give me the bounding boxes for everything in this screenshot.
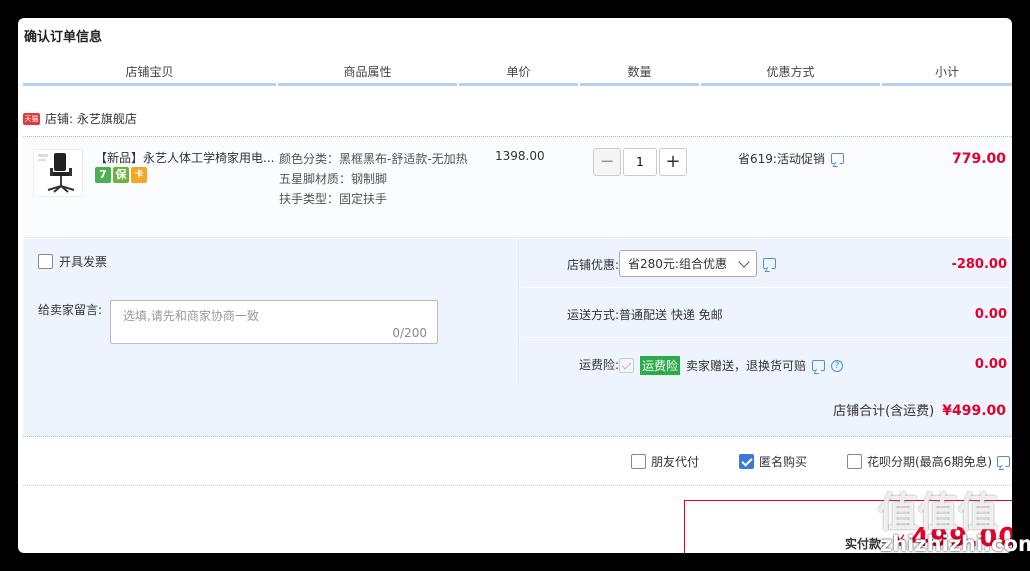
item-promo: 省619:活动促销: [738, 150, 844, 167]
huabei-installment-option[interactable]: 花呗分期(最高6期免息): [847, 453, 1010, 470]
col-header-item: 店铺宝贝: [23, 64, 276, 86]
qty-increase-button[interactable]: +: [659, 148, 687, 176]
col-header-qty: 数量: [580, 64, 699, 86]
shipping-amount: 0.00: [974, 307, 1007, 322]
shop-total-amount: ¥499.00: [942, 403, 1006, 419]
service-badges: 7 保 卡: [95, 167, 147, 183]
insurance-label: 运费险:: [578, 358, 619, 372]
anonymous-checkbox[interactable]: [739, 454, 754, 469]
chat-bubble-icon[interactable]: [997, 456, 1010, 467]
page-title: 确认订单信息: [24, 30, 103, 45]
shop-total: 店铺合计(含运费) ¥499.00: [833, 400, 1006, 419]
shop-row: 天猫 店铺: 永艺旗舰店: [23, 110, 137, 127]
card-payment-icon[interactable]: 卡: [131, 167, 147, 183]
product-properties: 颜色分类：黑框黑布-舒适款-无加热 五星脚材质：钢制脚 扶手类型：固定扶手: [279, 149, 469, 209]
seven-day-return-icon[interactable]: 7: [95, 167, 111, 183]
watermark-site: zhizhizhi.com: [880, 532, 1030, 556]
product-name-link[interactable]: 【新品】永艺人体工学椅家用电...: [95, 149, 277, 166]
col-header-price: 单价: [459, 64, 578, 86]
shop-discount-row: 店铺优惠: 省280元:组合优惠 -280.00: [519, 239, 1012, 288]
friend-pay-option[interactable]: 朋友代付: [631, 453, 699, 470]
product-thumbnail[interactable]: [33, 149, 83, 197]
insurance-checkbox: [619, 358, 634, 373]
huabei-label: 花呗分期(最高6期免息): [867, 455, 992, 469]
guarantee-icon[interactable]: 保: [113, 167, 129, 183]
friend-pay-checkbox[interactable]: [631, 454, 646, 469]
prop-color: 颜色分类：黑框黑布-舒适款-无加热: [279, 152, 468, 166]
shop-discount-label: 店铺优惠:: [566, 258, 619, 272]
insurance-tag: 运费险: [640, 356, 681, 375]
huabei-checkbox[interactable]: [847, 454, 862, 469]
shipping-method: 普通配送 快递 免邮: [619, 308, 723, 322]
unit-price: 1398.00: [495, 149, 545, 163]
help-icon[interactable]: ?: [831, 359, 844, 372]
qty-decrease-button[interactable]: −: [593, 148, 621, 176]
col-header-subtotal: 小计: [882, 64, 1012, 86]
order-extras: 开具发票 给卖家留言: 选填,请先和商家协商一致 0/200: [23, 239, 518, 385]
message-placeholder: 选填,请先和商家协商一致: [123, 309, 259, 323]
insurance-row: 运费险: 运费险 卖家赠送，退换货可赔 ? 0.00: [519, 339, 1012, 388]
invoice-label: 开具发票: [59, 255, 108, 269]
prop-base-material: 五星脚材质：钢制脚: [279, 172, 388, 186]
insurance-info: 运费险 卖家赠送，退换货可赔 ?: [619, 356, 844, 375]
message-char-counter: 0/200: [392, 326, 427, 340]
anonymous-label: 匿名购买: [759, 455, 808, 469]
invoice-checkbox[interactable]: [38, 254, 53, 269]
chevron-down-icon: [738, 255, 750, 268]
anonymous-purchase-option[interactable]: 匿名购买: [739, 453, 807, 470]
shop-discount-selected: 省280元:组合优惠: [628, 257, 727, 271]
watermark-logo: 值值值: [878, 490, 998, 536]
prop-armrest: 扶手类型：固定扶手: [279, 192, 388, 206]
tmall-badge-icon: 天猫: [23, 112, 40, 125]
shop-discount-amount: -280.00: [951, 257, 1007, 272]
shop-name[interactable]: 店铺: 永艺旗舰店: [45, 110, 137, 127]
column-header: 店铺宝贝 商品属性 单价 数量 优惠方式 小计: [23, 64, 1012, 86]
office-chair-icon: [38, 153, 75, 193]
item-subtotal: 779.00: [951, 151, 1006, 167]
invoice-option[interactable]: 开具发票: [38, 253, 107, 270]
order-confirm-card: 确认订单信息 店铺宝贝 商品属性 单价 数量 优惠方式 小计 天猫 店铺: 永艺…: [18, 18, 1012, 553]
chat-bubble-icon[interactable]: [763, 258, 776, 269]
shop-discount-select[interactable]: 省280元:组合优惠: [619, 250, 757, 277]
quantity-stepper: − +: [593, 148, 687, 176]
chat-bubble-icon[interactable]: [830, 153, 844, 164]
col-header-promo: 优惠方式: [701, 64, 880, 86]
order-detail-panel: 开具发票 给卖家留言: 选填,请先和商家协商一致 0/200 店铺优惠: 省28…: [23, 239, 1012, 437]
col-header-props: 商品属性: [278, 64, 457, 86]
shipping-row: 运送方式: 普通配送 快递 免邮 0.00: [519, 289, 1012, 338]
qty-input[interactable]: [623, 148, 657, 176]
shop-total-label: 店铺合计(含运费): [833, 404, 935, 419]
chat-bubble-icon[interactable]: [812, 360, 826, 371]
watermark: 值值值 zhizhizhi.com: [878, 490, 1030, 556]
promo-text: 省619:活动促销: [738, 152, 825, 166]
shop-discount-controls: 省280元:组合优惠: [619, 250, 776, 277]
insurance-text: 卖家赠送，退换货可赔: [686, 359, 807, 373]
order-costs: 店铺优惠: 省280元:组合优惠 -280.00 运送方式: 普通配送 快递 免…: [518, 239, 1012, 385]
message-label: 给卖家留言:: [38, 303, 103, 317]
friend-pay-label: 朋友代付: [651, 455, 700, 469]
seller-message-textarea[interactable]: 选填,请先和商家协商一致 0/200: [110, 300, 438, 344]
insurance-amount: 0.00: [974, 357, 1007, 372]
order-item-row: 【新品】永艺人体工学椅家用电... 7 保 卡 颜色分类：黑框黑布-舒适款-无加…: [23, 136, 1012, 238]
payment-options: 朋友代付 匿名购买 花呗分期(最高6期免息): [23, 438, 1012, 486]
shipping-label: 运送方式:: [566, 308, 619, 322]
